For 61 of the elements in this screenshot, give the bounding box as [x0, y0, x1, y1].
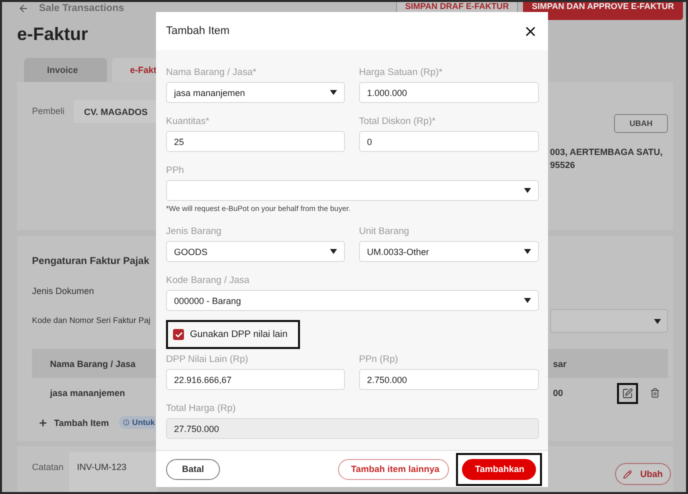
field-label: Jenis Barang — [166, 226, 222, 238]
field-label: PPn (Rp) — [359, 354, 400, 366]
dialog-title: Tambah Item — [166, 25, 230, 37]
edit-button[interactable]: Ubah — [615, 463, 671, 485]
address-text: 95526 — [550, 160, 576, 170]
section-title: Pengaturan Faktur Pajak — [32, 256, 150, 267]
field-label: Jenis Dokumen — [32, 286, 94, 296]
field-label: Total Diskon (Rp)* — [359, 116, 437, 128]
back-arrow-icon — [18, 3, 29, 14]
select-field[interactable]: jasa mananjemen — [166, 82, 345, 103]
input-field[interactable]: 22.916.666,67 — [166, 369, 345, 390]
caret-icon — [524, 298, 531, 303]
caret-icon — [524, 249, 531, 254]
change-button[interactable]: UBAH — [614, 114, 668, 133]
add-another-button[interactable]: Tambah item lainnya — [338, 458, 449, 480]
edit-icon[interactable] — [622, 388, 633, 398]
cancel-button[interactable]: Batal — [166, 458, 220, 480]
field-label: Nama Barang / Jasa* — [166, 67, 258, 79]
select-field[interactable]: UM.0033-Other — [359, 241, 539, 262]
input-field[interactable]: 0 — [359, 131, 539, 152]
select-field[interactable]: 000000 - Barang — [166, 290, 539, 311]
info-badge: Untuk — [118, 416, 155, 429]
add-button[interactable]: Tambahkan — [462, 458, 536, 480]
caret-icon — [654, 318, 661, 324]
input-field: 27.750.000 — [166, 418, 539, 439]
table-cell-text: jasa mananjemen — [50, 388, 126, 398]
page-title: e-Faktur — [17, 24, 88, 46]
field-label: Total Harga (Rp) — [166, 403, 237, 415]
add-item-button[interactable]: Tambah Item — [38, 418, 109, 428]
tab[interactable]: e-Fakt — [112, 58, 158, 82]
pencil-icon — [623, 470, 632, 478]
checkbox-box[interactable] — [173, 329, 184, 340]
field-label: PPh — [166, 165, 185, 177]
field-label: DPP Nilai Lain (Rp) — [166, 354, 250, 366]
plus-icon — [38, 418, 48, 428]
notes-field[interactable]: INV-UM-123 — [69, 452, 158, 492]
info-icon — [122, 418, 130, 427]
field-label: Unit Barang — [359, 226, 410, 238]
trash-icon[interactable] — [650, 388, 660, 398]
input-field[interactable]: 1.000.000 — [359, 82, 539, 103]
approve-button[interactable]: SIMPAN DAN APPROVE E-FAKTUR — [522, 2, 683, 20]
checkbox[interactable]: Gunakan DPP nilai lain — [170, 324, 296, 345]
caret-icon — [524, 188, 531, 193]
field-label: Harga Satuan (Rp)* — [359, 67, 444, 79]
field-label: Kode Barang / Jasa — [166, 275, 250, 287]
address-text: 003, AERTEMBAGA SATU, — [550, 147, 664, 157]
column-header: sar — [553, 358, 568, 368]
table-cell-text: 00 — [553, 388, 564, 398]
field-label: Catatan — [32, 462, 65, 472]
select-field[interactable]: GOODS — [166, 241, 345, 262]
field-label: Pembeli — [32, 106, 66, 116]
caret-icon — [330, 90, 337, 95]
field-label: Kode dan Nomor Seri Faktur Paj — [32, 316, 150, 325]
column-header: Nama Barang / Jasa — [50, 358, 137, 368]
caret-icon — [330, 249, 337, 254]
buyer-field[interactable]: CV. MAGADOS — [74, 100, 158, 123]
tab[interactable]: Invoice — [24, 58, 107, 82]
input-field[interactable]: 2.750.000 — [359, 369, 539, 390]
select-field[interactable] — [166, 180, 539, 201]
field-label: Kuantitas* — [166, 116, 210, 128]
input-field[interactable]: 25 — [166, 131, 345, 152]
